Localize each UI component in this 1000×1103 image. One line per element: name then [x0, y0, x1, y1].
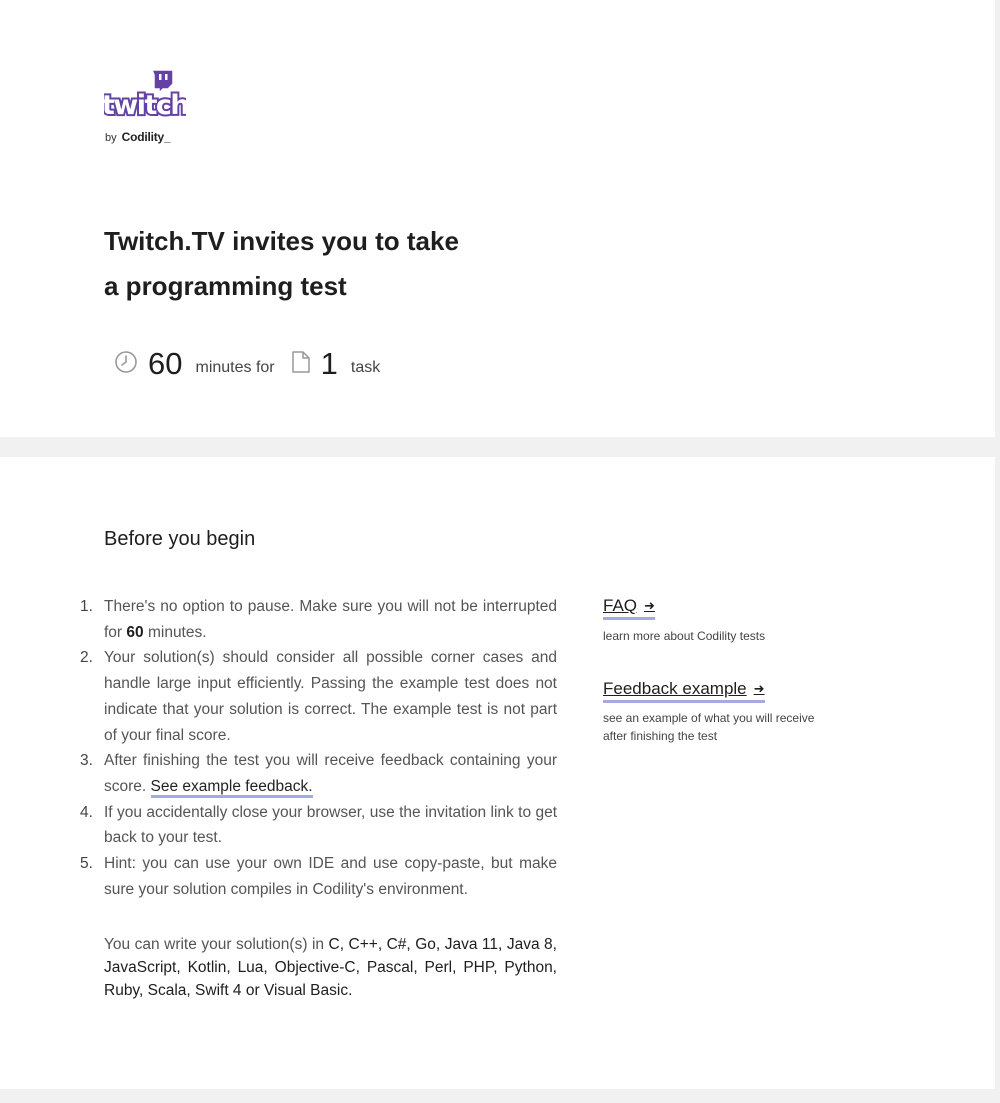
list-item: 3. After finishing the test you will rec… — [80, 748, 557, 799]
byline: by Codility_ — [105, 130, 171, 144]
tasks-label: task — [350, 359, 381, 376]
faq-link[interactable]: FAQ ➜ — [603, 596, 655, 620]
twitch-wordmark: twitch — [104, 90, 186, 121]
tasks-count: 1 — [320, 346, 338, 381]
document-icon — [291, 350, 311, 379]
codility-logo: Codility_ — [121, 130, 171, 144]
title-line-1: Twitch.TV invites you to take — [104, 226, 459, 256]
feedback-example-link[interactable]: Feedback example ➜ — [603, 679, 765, 703]
test-stats: 60 minutes for 1 task — [114, 344, 396, 384]
rule-minutes: 60 — [126, 623, 144, 641]
arrow-right-icon: ➜ — [644, 598, 655, 613]
header-panel: twitch by Codility_ Twitch.TV invites you… — [0, 0, 995, 437]
by-label: by — [105, 132, 117, 144]
arrow-right-icon: ➜ — [753, 681, 765, 696]
faq-label: FAQ — [603, 596, 638, 615]
rule-text: If you accidentally close your browser, … — [104, 803, 557, 847]
list-number: 2. — [80, 649, 93, 667]
minutes-count: 60 — [148, 346, 183, 381]
languages-intro: You can write your solution(s) in — [104, 936, 329, 953]
list-number: 4. — [80, 803, 93, 821]
list-number: 5. — [80, 855, 93, 873]
minutes-label: minutes for — [195, 359, 275, 376]
list-item: 1. There's no option to pause. Make sure… — [80, 594, 557, 645]
rule-text: Your solution(s) should consider all pos… — [104, 649, 557, 744]
list-number: 1. — [80, 598, 93, 615]
clock-icon — [114, 350, 138, 379]
page-title: Twitch.TV invites you to take a programm… — [104, 219, 524, 309]
list-number: 3. — [80, 752, 93, 770]
rule-text-end: minutes. — [143, 623, 207, 641]
feedback-example-description: see an example of what you will receive … — [603, 711, 815, 743]
list-item: 5. Hint: you can use your own IDE and us… — [80, 851, 557, 902]
see-example-feedback-link[interactable]: See example feedback. — [150, 777, 313, 798]
rules-list: 1. There's no option to pause. Make sure… — [80, 594, 557, 902]
section-title: Before you begin — [104, 528, 256, 550]
faq-description: learn more about Codility tests — [603, 629, 766, 643]
list-item: 4. If you accidentally close your browse… — [80, 800, 557, 851]
feedback-example-label: Feedback example — [603, 679, 747, 698]
rule-text: Hint: you can use your own IDE and use c… — [104, 855, 557, 898]
list-item: 2. Your solution(s) should consider all … — [80, 645, 557, 748]
title-line-2: a programming test — [104, 271, 347, 301]
languages-note: You can write your solution(s) in C, C++… — [104, 933, 557, 1002]
